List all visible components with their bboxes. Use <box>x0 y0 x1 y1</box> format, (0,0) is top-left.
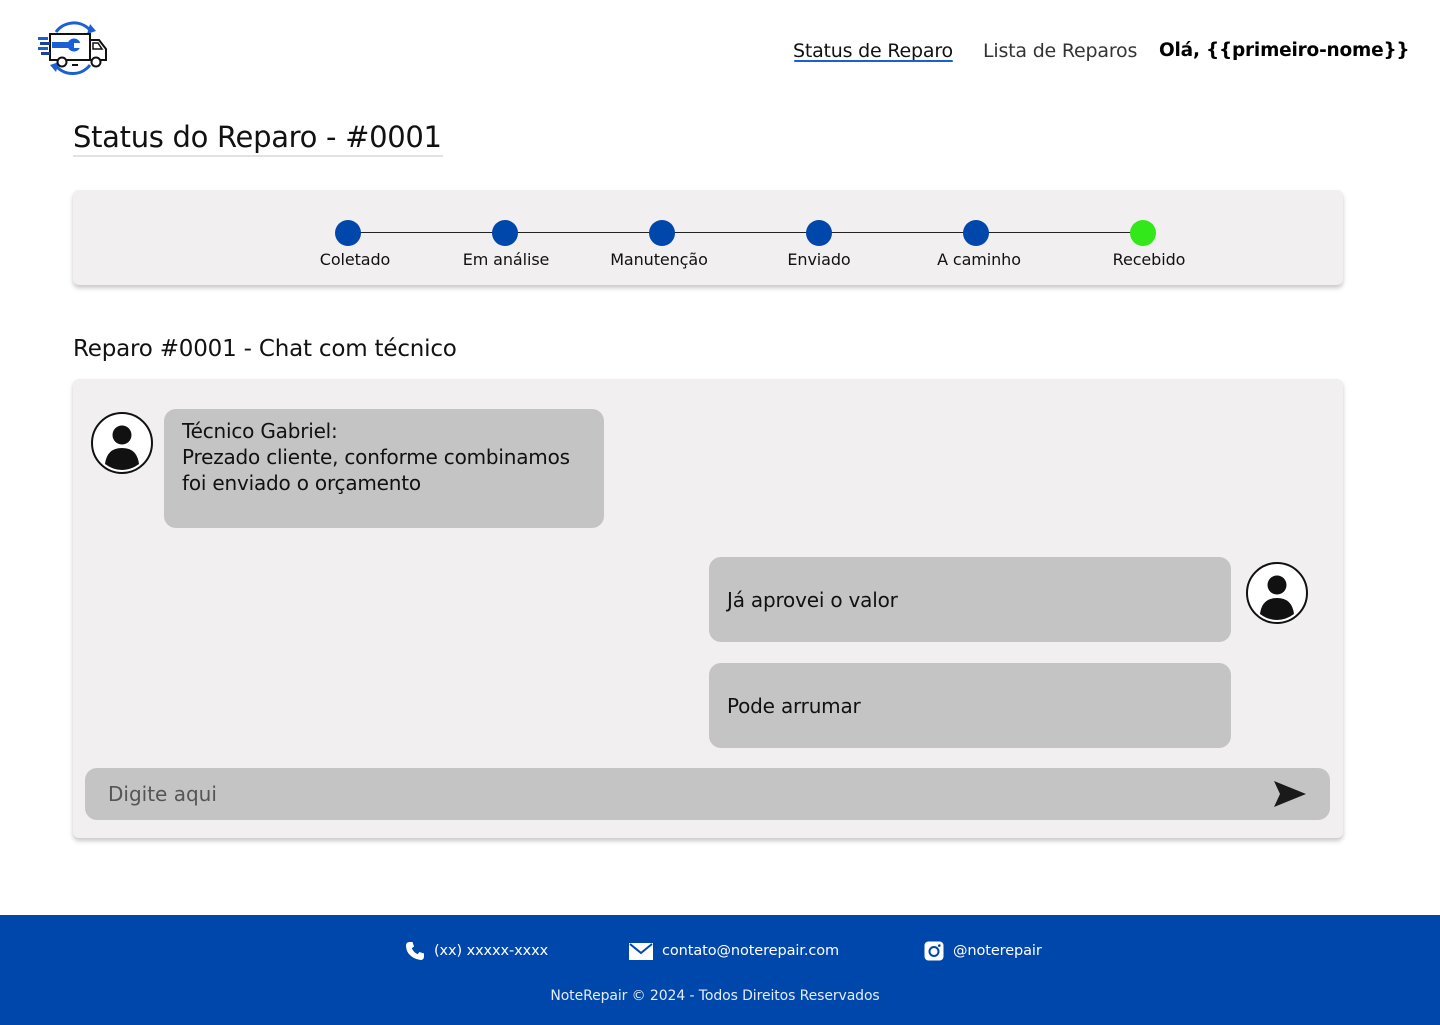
footer-phone-text: (xx) xxxxx-xxxx <box>434 943 549 959</box>
noterepair-logo[interactable] <box>36 18 110 78</box>
title-divider <box>73 155 443 157</box>
progress-step-dot <box>963 220 989 246</box>
progress-step-label: Em análise <box>462 250 550 269</box>
mail-icon <box>628 941 654 961</box>
message-line: Técnico Gabriel: <box>182 419 338 443</box>
chat-message-user: Pode arrumar <box>709 663 1231 748</box>
page-title: Status do Reparo - #0001 <box>73 120 442 154</box>
user-avatar-icon <box>1246 562 1308 624</box>
chat-title: Reparo #0001 - Chat com técnico <box>73 336 457 362</box>
chat-input-bar <box>85 768 1330 820</box>
footer-phone[interactable]: (xx) xxxxx-xxxx <box>404 941 548 961</box>
progress-step-label: Recebido <box>1112 250 1186 269</box>
message-text: Pode arrumar <box>727 693 861 718</box>
progress-step-dot <box>492 220 518 246</box>
footer-instagram[interactable]: @noterepair <box>923 941 1042 961</box>
footer-email-text: contato@noterepair.com <box>662 943 840 959</box>
progress-connector <box>819 232 976 233</box>
progress-step-label: Enviado <box>787 250 851 269</box>
progress-step-label: A caminho <box>937 250 1021 269</box>
progress-connector <box>976 232 1143 233</box>
phone-icon <box>404 941 426 961</box>
progress-step-dot <box>1130 220 1156 246</box>
progress-connector <box>662 232 819 233</box>
instagram-icon <box>923 941 945 961</box>
nav-lista-de-reparos[interactable]: Lista de Reparos <box>983 38 1137 64</box>
send-arrow-icon <box>1274 781 1306 807</box>
message-line: Prezado cliente, conforme combinamos <box>182 445 570 469</box>
progress-step-dot <box>649 220 675 246</box>
message-text: Já aprovei o valor <box>727 587 898 612</box>
progress-step-dot <box>806 220 832 246</box>
chat-message-technician: Técnico Gabriel: Prezado cliente, confor… <box>164 409 604 528</box>
progress-step-dot <box>335 220 361 246</box>
footer: (xx) xxxxx-xxxx contato@noterepair.com @… <box>0 915 1440 1025</box>
chat-message-user: Já aprovei o valor <box>709 557 1231 642</box>
truck-logo-icon <box>38 21 107 76</box>
message-line: foi enviado o orçamento <box>182 471 421 495</box>
progress-connector <box>348 232 505 233</box>
user-greeting-menu[interactable]: Olá, {{primeiro-nome}} <box>1159 38 1410 64</box>
nav-active-underline <box>794 60 953 62</box>
footer-instagram-text: @noterepair <box>953 943 1042 959</box>
footer-copyright: NoteRepair © 2024 - Todos Direitos Reser… <box>550 988 880 1004</box>
progress-step-label: Manutenção <box>610 250 708 269</box>
technician-avatar-icon <box>91 412 153 474</box>
progress-step-label: Coletado <box>319 250 391 269</box>
chat-message-input[interactable] <box>85 768 1255 820</box>
send-button[interactable] <box>1270 778 1310 810</box>
progress-connector <box>505 232 662 233</box>
footer-email[interactable]: contato@noterepair.com <box>628 941 839 961</box>
